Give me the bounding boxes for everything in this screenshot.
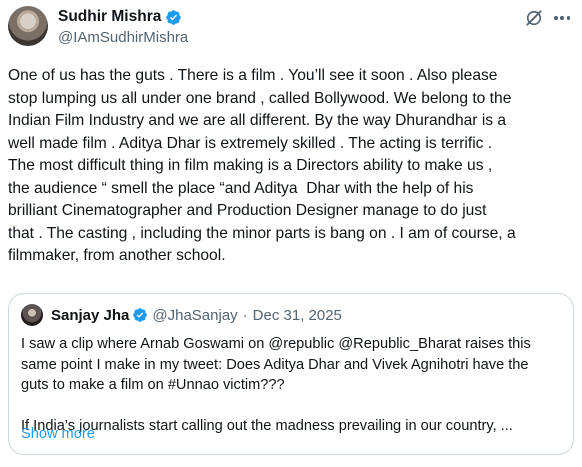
more-options-icon[interactable] bbox=[552, 10, 572, 26]
show-more-link[interactable]: Show more bbox=[21, 426, 95, 442]
author-name-row: Sudhir Mishra bbox=[58, 8, 182, 26]
quoted-tweet-date[interactable]: Dec 31, 2025 bbox=[253, 307, 342, 324]
quoted-tweet-header: Sanjay Jha @JhaSanjay · Dec 31, 2025 bbox=[21, 304, 342, 326]
tweet-header: Sudhir Mishra @IAmSudhirMishra bbox=[8, 6, 574, 50]
quoted-tweet[interactable]: Sanjay Jha @JhaSanjay · Dec 31, 2025 I s… bbox=[8, 293, 574, 455]
quoted-author-avatar[interactable] bbox=[21, 304, 43, 326]
date-separator: · bbox=[242, 306, 248, 324]
quoted-author-handle[interactable]: @JhaSanjay bbox=[152, 307, 237, 324]
quoted-tweet-text: I saw a clip where Arnab Goswami on @rep… bbox=[21, 336, 531, 434]
author-handle[interactable]: @IAmSudhirMishra bbox=[58, 29, 188, 46]
author-avatar[interactable] bbox=[8, 6, 48, 46]
verified-badge-icon bbox=[133, 308, 148, 322]
verified-badge-icon bbox=[166, 9, 182, 25]
tweet-text: One of us has the guts . There is a film… bbox=[8, 67, 516, 264]
author-display-name[interactable]: Sudhir Mishra bbox=[58, 8, 161, 26]
grok-icon[interactable] bbox=[524, 8, 544, 28]
quoted-author-display-name[interactable]: Sanjay Jha bbox=[51, 307, 129, 324]
